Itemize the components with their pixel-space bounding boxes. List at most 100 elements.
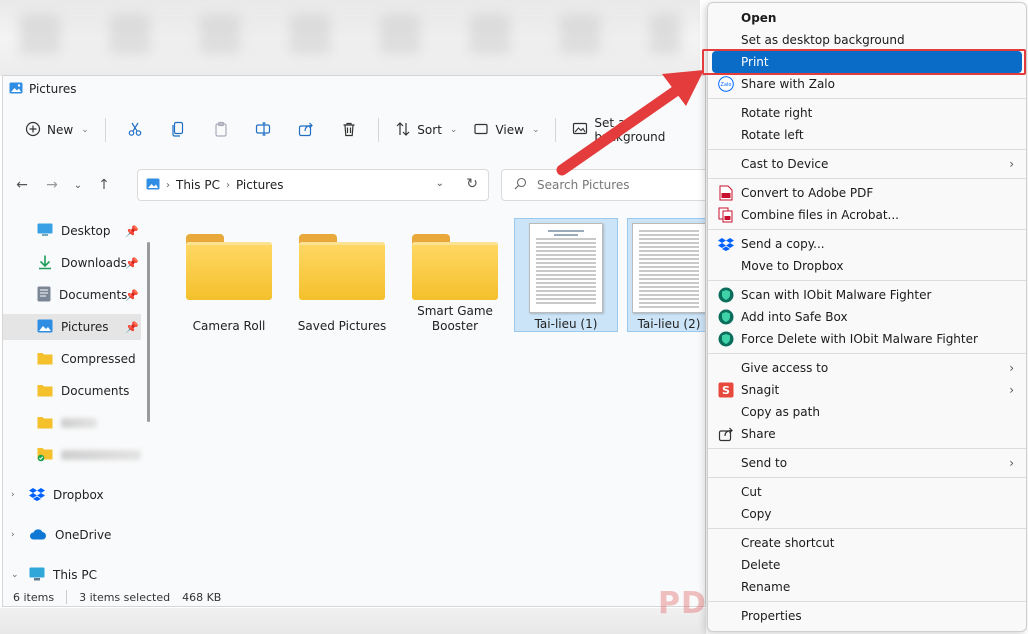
arrow-right-icon: → xyxy=(46,177,58,193)
sidebar-item-this-pc[interactable]: ⌄ This PC xyxy=(3,562,141,588)
menu-item-open[interactable]: Open xyxy=(712,7,1022,29)
folder-saved-pictures[interactable]: Saved Pictures xyxy=(290,220,394,334)
chevron-down-icon[interactable]: ⌄ xyxy=(11,570,19,580)
pictures-folder-icon xyxy=(146,178,160,193)
chevron-right-icon[interactable]: › xyxy=(11,530,15,540)
sidebar-item-label: Documents xyxy=(61,384,130,398)
chevron-right-icon: › xyxy=(1009,361,1014,375)
address-bar[interactable]: › This PC › Pictures ⌄ ↻ xyxy=(137,169,489,201)
set-as-background-button[interactable]: Set as background xyxy=(564,114,705,146)
back-button[interactable]: ← xyxy=(7,170,37,200)
menu-item-label: Print xyxy=(741,55,769,69)
chevron-right-icon: › xyxy=(1009,456,1014,470)
delete-button[interactable] xyxy=(328,114,371,146)
menu-item-combine-in-acrobat[interactable]: Combine files in Acrobat... xyxy=(712,204,1022,226)
sidebar-item-pictures[interactable]: Pictures 📌 xyxy=(3,314,141,340)
synced-folder-icon xyxy=(37,446,53,465)
menu-item-set-desktop-background[interactable]: Set as desktop background xyxy=(712,29,1022,51)
menu-item-force-delete-iobit[interactable]: Force Delete with IObit Malware Fighter xyxy=(712,328,1022,350)
menu-item-label: Copy xyxy=(741,507,772,521)
arrow-left-icon: ← xyxy=(16,177,28,193)
file-tai-lieu-2[interactable]: Tai-lieu (2) xyxy=(627,218,705,332)
search-box[interactable]: Search Pictures xyxy=(501,169,705,201)
menu-item-share[interactable]: Share xyxy=(712,423,1022,445)
menu-item-share-with-zalo[interactable]: Zalo Share with Zalo xyxy=(712,73,1022,95)
iobit-shield-icon xyxy=(718,331,734,347)
menu-item-add-into-safe-box[interactable]: Add into Safe Box xyxy=(712,306,1022,328)
menu-item-create-shortcut[interactable]: Create shortcut xyxy=(712,532,1022,554)
navigation-row: ← → ⌄ ↑ › This PC › Pictures ⌄ ↻ Search … xyxy=(3,168,705,202)
iobit-shield-icon xyxy=(718,309,734,325)
file-name: Tai-lieu (2) xyxy=(637,317,701,331)
menu-item-copy[interactable]: Copy xyxy=(712,503,1022,525)
breadcrumb-pictures[interactable]: Pictures xyxy=(236,178,284,192)
menu-item-label: Force Delete with IObit Malware Fighter xyxy=(741,332,978,346)
chevron-right-icon[interactable]: › xyxy=(11,490,15,500)
paste-icon xyxy=(213,121,229,140)
menu-item-send-a-copy[interactable]: Send a copy... xyxy=(712,233,1022,255)
address-dropdown-icon[interactable]: ⌄ xyxy=(436,178,444,189)
menu-item-label: Share xyxy=(741,427,776,441)
sidebar-item-desktop[interactable]: Desktop 📌 xyxy=(3,218,141,244)
command-bar: New ⌄ Sort ⌄ View ⌄ Set as background xyxy=(3,110,705,150)
rename-button[interactable] xyxy=(242,114,285,146)
menu-item-cut[interactable]: Cut xyxy=(712,481,1022,503)
menu-item-give-access-to[interactable]: Give access to › xyxy=(712,357,1022,379)
sidebar-item-blurred[interactable] xyxy=(3,410,141,436)
sidebar-item-dropbox[interactable]: › Dropbox xyxy=(3,482,141,508)
copy-button[interactable] xyxy=(156,114,199,146)
new-button[interactable]: New ⌄ xyxy=(17,114,97,146)
paste-button[interactable] xyxy=(199,114,242,146)
menu-item-send-to[interactable]: Send to › xyxy=(712,452,1022,474)
toolbar-divider xyxy=(378,118,380,142)
menu-item-copy-as-path[interactable]: Copy as path xyxy=(712,401,1022,423)
menu-item-delete[interactable]: Delete xyxy=(712,554,1022,576)
sidebar-item-onedrive[interactable]: › OneDrive xyxy=(3,522,141,548)
menu-item-properties[interactable]: Properties xyxy=(712,605,1022,627)
menu-item-label: Move to Dropbox xyxy=(741,259,844,273)
refresh-icon[interactable]: ↻ xyxy=(466,176,478,192)
view-label: View xyxy=(495,123,524,137)
file-tai-lieu-1[interactable]: Tai-lieu (1) xyxy=(514,218,618,332)
sidebar-item-blurred-synced[interactable] xyxy=(3,442,141,468)
recent-locations-button[interactable]: ⌄ xyxy=(67,170,89,200)
forward-button[interactable]: → xyxy=(37,170,67,200)
sidebar-scrollbar[interactable] xyxy=(147,242,150,422)
file-name: Camera Roll xyxy=(192,319,266,333)
arrow-up-icon: ↑ xyxy=(98,177,110,193)
menu-item-snagit[interactable]: S Snagit › xyxy=(712,379,1022,401)
blurred-taskbar xyxy=(0,608,706,634)
menu-item-cast-to-device[interactable]: Cast to Device › xyxy=(712,153,1022,175)
sidebar-item-documents[interactable]: Documents 📌 xyxy=(3,282,141,308)
sort-button[interactable]: Sort ⌄ xyxy=(387,114,465,146)
view-button[interactable]: View ⌄ xyxy=(465,114,547,146)
folder-camera-roll[interactable]: Camera Roll xyxy=(177,220,281,334)
file-name: Saved Pictures xyxy=(297,319,387,333)
menu-item-rotate-right[interactable]: Rotate right xyxy=(712,102,1022,124)
blurred-label xyxy=(61,450,141,460)
navigation-pane: Desktop 📌 Downloads 📌 Documents 📌 Pictur… xyxy=(3,214,155,588)
sidebar-item-downloads[interactable]: Downloads 📌 xyxy=(3,250,141,276)
sidebar-item-documents-folder[interactable]: Documents xyxy=(3,378,141,404)
set-background-label: Set as background xyxy=(594,116,666,144)
breadcrumb-this-pc[interactable]: This PC xyxy=(176,178,220,192)
sidebar-item-compressed[interactable]: Compressed xyxy=(3,346,141,372)
sidebar-item-label: This PC xyxy=(53,568,97,582)
menu-separator xyxy=(708,477,1026,478)
menu-item-move-to-dropbox[interactable]: Move to Dropbox xyxy=(712,255,1022,277)
blurred-background xyxy=(0,0,700,76)
zalo-icon: Zalo xyxy=(718,76,734,92)
up-button[interactable]: ↑ xyxy=(89,170,119,200)
cut-button[interactable] xyxy=(114,114,157,146)
breadcrumb-separator: › xyxy=(166,179,170,191)
menu-item-scan-with-iobit[interactable]: Scan with IObit Malware Fighter xyxy=(712,284,1022,306)
sidebar-item-label: OneDrive xyxy=(55,528,112,542)
share-button[interactable] xyxy=(285,114,328,146)
menu-item-print[interactable]: Print xyxy=(712,51,1022,73)
menu-item-rename[interactable]: Rename xyxy=(712,576,1022,598)
menu-item-label: Convert to Adobe PDF xyxy=(741,186,874,200)
folder-smart-game-booster[interactable]: Smart Game Booster xyxy=(403,220,507,334)
file-explorer-window: Pictures New ⌄ Sort ⌄ View ⌄ Set as back… xyxy=(2,75,706,607)
menu-item-convert-to-adobe-pdf[interactable]: Convert to Adobe PDF xyxy=(712,182,1022,204)
menu-item-rotate-left[interactable]: Rotate left xyxy=(712,124,1022,146)
